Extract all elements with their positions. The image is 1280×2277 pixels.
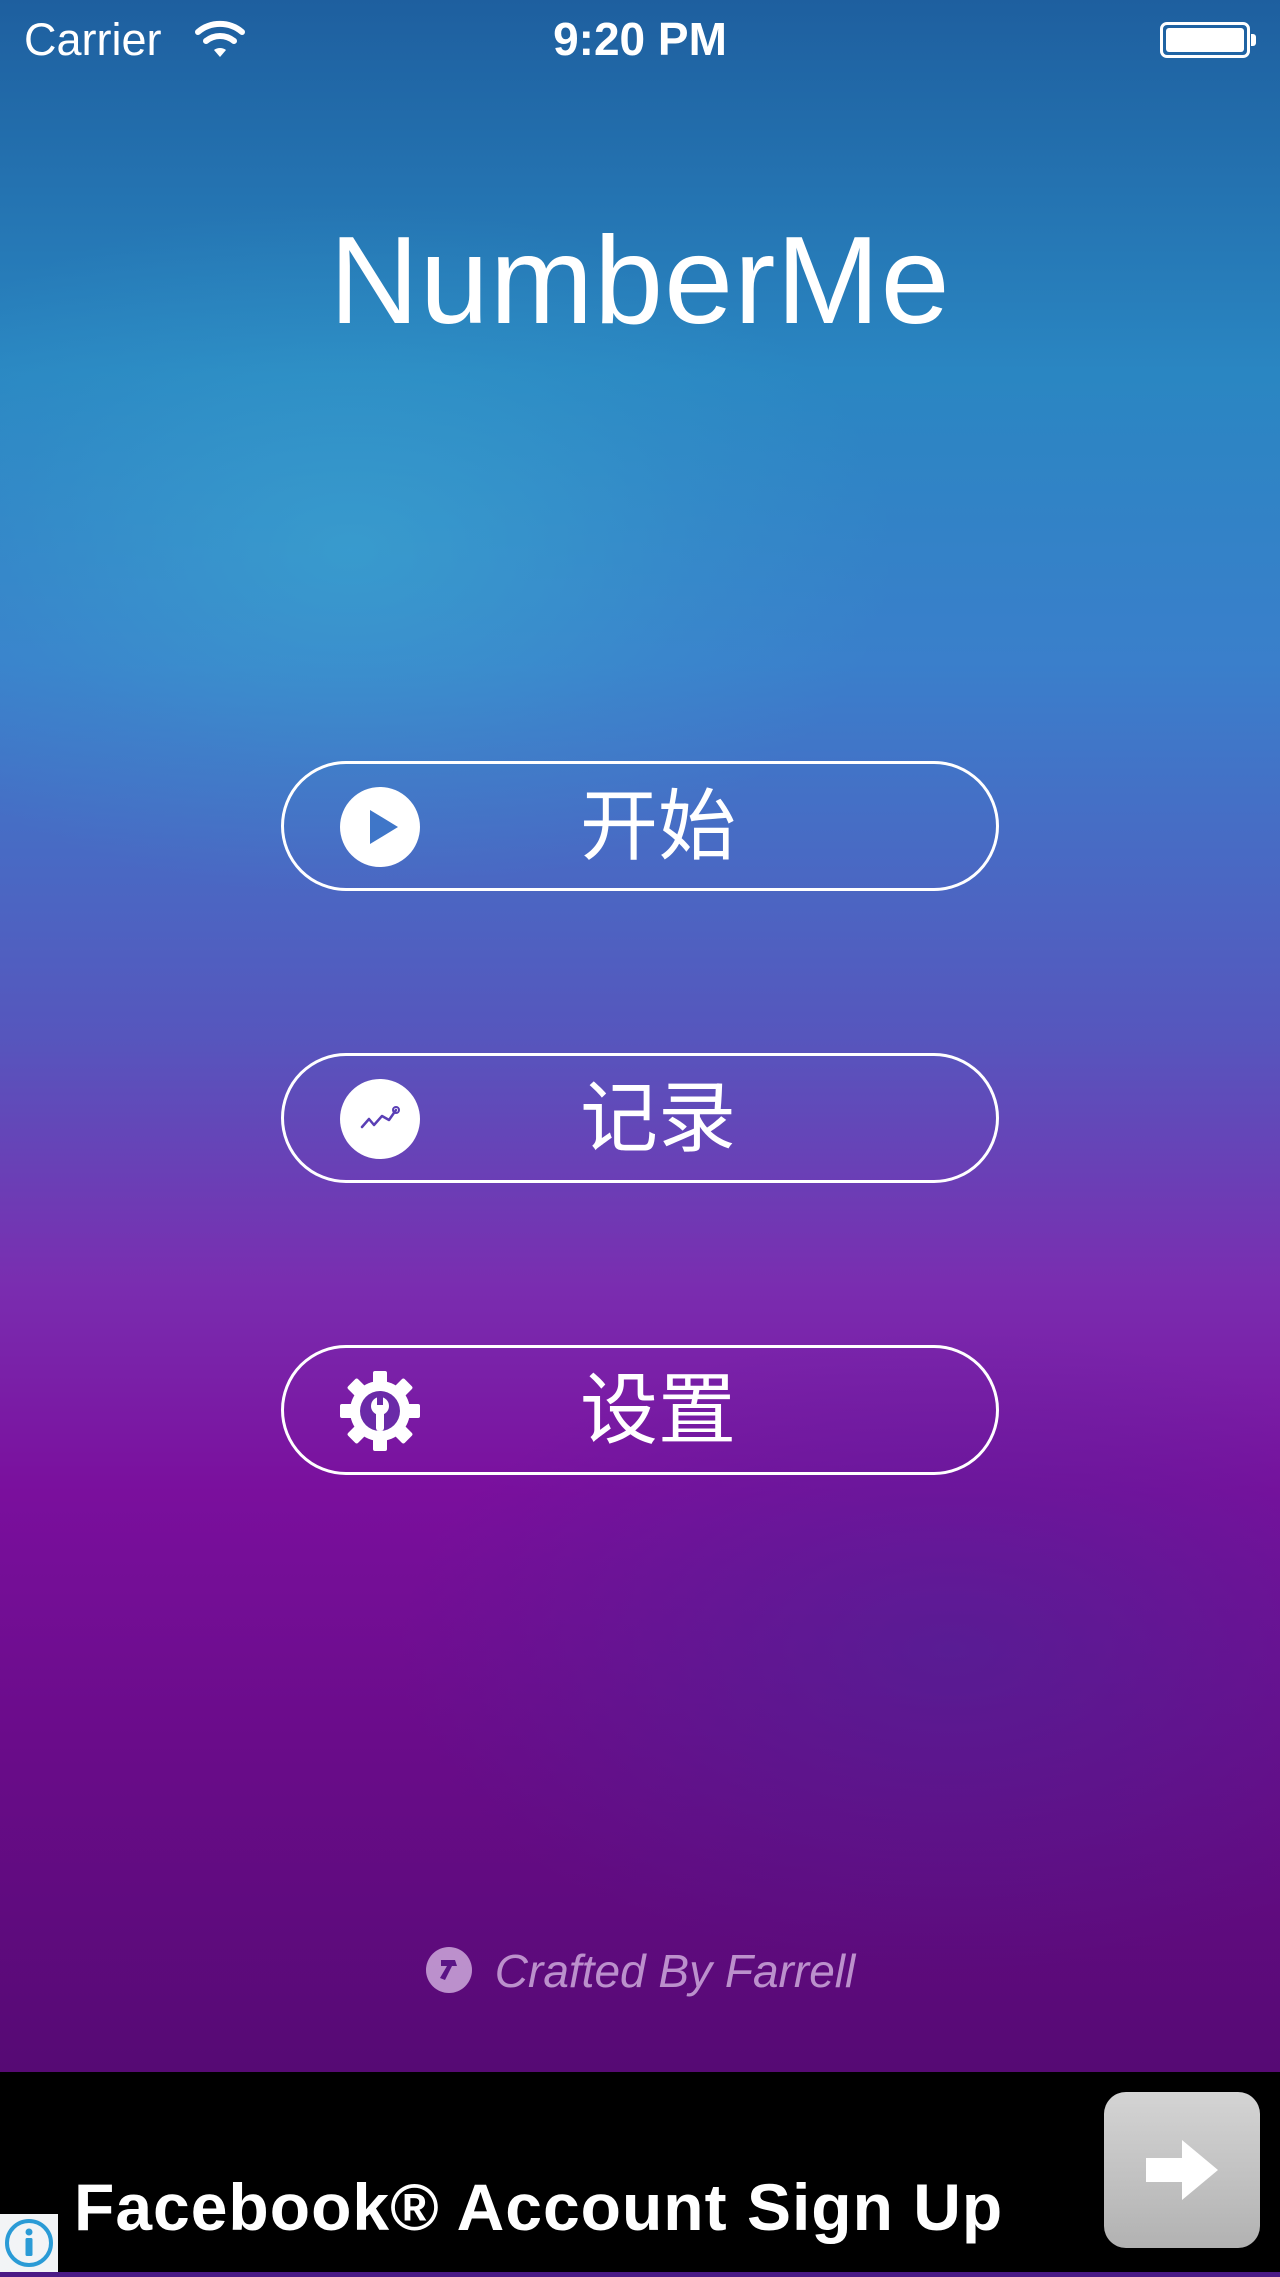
start-button-label: 开始: [579, 782, 736, 870]
ad-arrow-button[interactable]: [1104, 2092, 1260, 2248]
settings-button[interactable]: 设置: [281, 1345, 999, 1475]
ad-text[interactable]: Facebook® Account Sign Up: [74, 2169, 1003, 2245]
status-bar: Carrier 9:20 PM: [0, 0, 1280, 80]
arrow-right-icon: [1146, 2140, 1218, 2200]
hammer-icon: [425, 1947, 472, 1993]
settings-button-label: 设置: [579, 1366, 736, 1454]
credit-text: Crafted By Farrell: [494, 1945, 856, 1997]
app-title: NumberMe: [329, 212, 951, 350]
status-time: 9:20 PM: [553, 13, 727, 65]
ad-banner[interactable]: Facebook® Account Sign Up: [0, 2072, 1280, 2272]
credit: Crafted By Farrell: [0, 1944, 1280, 1998]
info-icon[interactable]: [0, 2214, 58, 2272]
records-button-label: 记录: [579, 1074, 736, 1162]
battery-icon: [1160, 22, 1256, 58]
start-button[interactable]: 开始: [281, 761, 999, 891]
records-button[interactable]: 记录: [281, 1053, 999, 1183]
